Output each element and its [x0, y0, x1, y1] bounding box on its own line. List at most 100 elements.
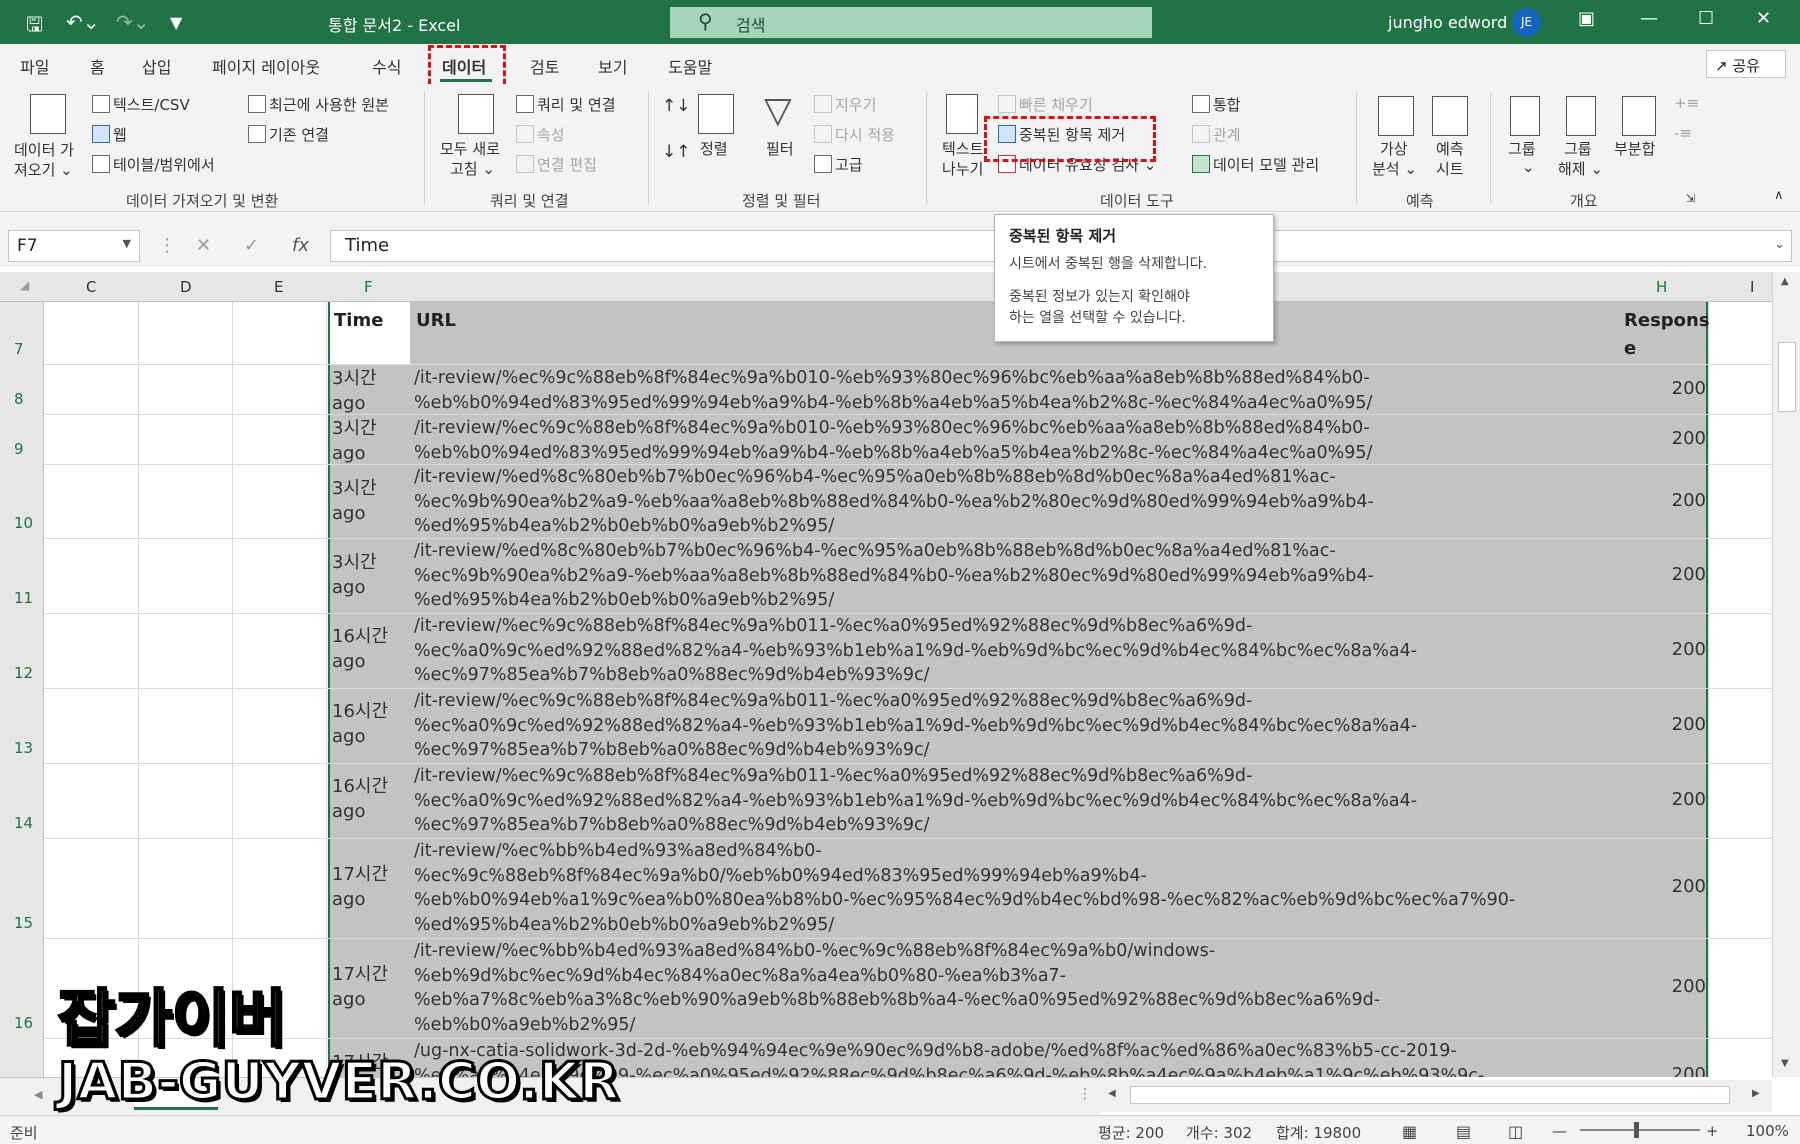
cell-url[interactable]: /it-review/%ec%9c%88eb%8f%84ec%9a%b011-%…: [414, 764, 1614, 838]
name-box-dropdown-icon[interactable]: ▼: [123, 237, 131, 250]
search-box[interactable]: ⚲ 검색: [670, 7, 1152, 38]
user-name[interactable]: jungho edword: [1388, 13, 1507, 32]
zoom-level[interactable]: 100%: [1746, 1122, 1789, 1140]
cell-url[interactable]: /it-review/%ec%bb%b4ed%93%a8ed%84%b0-%ec…: [414, 939, 1614, 1037]
cell-time[interactable]: 3시간 ago: [332, 476, 412, 526]
cell-time[interactable]: 17시간 ago: [332, 962, 412, 1012]
sheet-tabs-split-icon[interactable]: ⋮: [1078, 1086, 1092, 1102]
share-button[interactable]: ↗ 공유: [1706, 50, 1786, 78]
web-button[interactable]: 웹: [92, 124, 127, 145]
existing-connections-button[interactable]: 기존 연결: [248, 124, 329, 145]
scroll-down-icon[interactable]: ▼: [1781, 1058, 1789, 1069]
name-box[interactable]: F7 ▼: [8, 230, 140, 262]
header-time[interactable]: Time: [334, 310, 383, 331]
show-detail-icon[interactable]: +≡: [1674, 94, 1699, 112]
maximize-icon[interactable]: ☐: [1698, 8, 1714, 29]
clear-button[interactable]: 지우기: [814, 94, 876, 115]
vertical-scroll-thumb[interactable]: [1778, 342, 1796, 412]
cell-response[interactable]: 200: [1640, 714, 1706, 735]
row-header-7[interactable]: 7: [14, 340, 24, 358]
subtotal-button[interactable]: 부분합: [1614, 138, 1655, 159]
reapply-button[interactable]: 다시 적용: [814, 124, 895, 145]
cell-url[interactable]: /it-review/%ec%9c%88eb%8f%84ec%9a%b011-%…: [414, 614, 1614, 688]
close-icon[interactable]: ✕: [1756, 8, 1771, 29]
cell-time[interactable]: 3시간 ago: [332, 416, 412, 466]
queries-connections-button[interactable]: 쿼리 및 연결: [516, 94, 616, 115]
consolidate-button[interactable]: 통합: [1192, 94, 1241, 115]
column-header-d[interactable]: D: [180, 278, 192, 296]
properties-button[interactable]: 속성: [516, 124, 565, 145]
header-response-1[interactable]: Respons: [1624, 310, 1710, 331]
refresh-all-dropdown[interactable]: 고침 ⌄: [450, 158, 495, 179]
cell-time[interactable]: 16시간 ago: [332, 774, 412, 824]
vertical-scrollbar[interactable]: ▲ ▼: [1772, 272, 1800, 1077]
page-layout-view-icon[interactable]: ▤: [1456, 1122, 1471, 1141]
zoom-out-icon[interactable]: —: [1552, 1122, 1567, 1140]
row-header-9[interactable]: 9: [14, 440, 24, 458]
filter-button[interactable]: 필터: [766, 138, 794, 159]
cell-response[interactable]: 200: [1640, 789, 1706, 810]
cell-time[interactable]: 16시간 ago: [332, 624, 412, 674]
cell-url[interactable]: /it-review/%ec%bb%b4ed%93%a8ed%84%b0- %e…: [414, 839, 1614, 937]
what-if-dropdown[interactable]: 분석 ⌄: [1372, 158, 1417, 179]
row-header-13[interactable]: 13: [14, 739, 33, 757]
relationships-button[interactable]: 관계: [1192, 124, 1241, 145]
customize-qat-icon[interactable]: ▼: [170, 13, 182, 32]
cell-response[interactable]: 200: [1640, 378, 1706, 399]
cell-url[interactable]: /it-review/%ed%8c%80eb%b7%b0ec%96%b4-%ec…: [414, 539, 1614, 613]
text-to-columns-button[interactable]: 텍스트: [942, 138, 983, 159]
cell-response[interactable]: 200: [1640, 976, 1706, 997]
cell-response[interactable]: 200: [1640, 428, 1706, 449]
expand-formula-icon[interactable]: ⌄: [1774, 237, 1785, 252]
header-url[interactable]: URL: [416, 310, 456, 331]
redo-icon[interactable]: ↷⌄: [116, 10, 150, 34]
cell-url[interactable]: /it-review/%ec%9c%88eb%8f%84ec%9a%b011-%…: [414, 689, 1614, 763]
tab-file[interactable]: 파일: [20, 54, 49, 78]
row-header-14[interactable]: 14: [14, 814, 33, 832]
row-header-10[interactable]: 10: [14, 514, 33, 532]
text-csv-button[interactable]: 텍스트/CSV: [92, 94, 190, 115]
row-header-12[interactable]: 12: [14, 664, 33, 682]
sort-ascending-icon[interactable]: ↑↓: [662, 96, 691, 116]
ribbon-display-icon[interactable]: ▣: [1578, 8, 1595, 29]
tab-review[interactable]: 검토: [530, 54, 559, 78]
cell-time[interactable]: 3시간 ago: [332, 366, 412, 416]
tab-home[interactable]: 홈: [90, 54, 105, 78]
select-all-icon[interactable]: ◢: [20, 278, 29, 292]
row-header-11[interactable]: 11: [14, 589, 33, 607]
insert-function-icon[interactable]: fx: [292, 235, 309, 256]
enter-icon[interactable]: ✓: [244, 235, 259, 256]
hide-detail-icon[interactable]: -≡: [1674, 124, 1692, 142]
cell-response[interactable]: 200: [1640, 876, 1706, 897]
scroll-right-icon[interactable]: ▶: [1752, 1088, 1760, 1099]
forecast-sheet-button[interactable]: 예측: [1436, 138, 1464, 159]
row-header-8[interactable]: 8: [14, 390, 24, 408]
horizontal-scrollbar[interactable]: ◀ ▶: [1100, 1080, 1772, 1112]
edit-links-button[interactable]: 연결 편집: [516, 154, 597, 175]
group-dropdown[interactable]: ⌄: [1522, 158, 1535, 176]
worksheet[interactable]: Time URL Respons e 3시간 ago /it-review/%ec…: [0, 302, 1772, 1077]
flash-fill-button[interactable]: 빠른 채우기: [998, 94, 1093, 115]
tab-formulas[interactable]: 수식: [372, 54, 401, 78]
cell-url[interactable]: /it-review/%ec%9c%88eb%8f%84ec%9a%b010-%…: [414, 366, 1614, 415]
collapse-ribbon-icon[interactable]: ∧: [1774, 188, 1784, 203]
more-options-icon[interactable]: ⋮: [158, 235, 176, 256]
cell-url[interactable]: /it-review/%ed%8c%80eb%b7%b0ec%96%b4-%ec…: [414, 465, 1614, 539]
undo-icon[interactable]: ↶⌄: [66, 10, 100, 34]
advanced-filter-button[interactable]: 고급: [814, 154, 863, 175]
zoom-slider[interactable]: [1580, 1129, 1700, 1131]
zoom-in-icon[interactable]: +: [1706, 1122, 1719, 1140]
get-data-button[interactable]: 데이터 가 져오기 ⌄: [14, 140, 74, 180]
recent-sources-button[interactable]: 최근에 사용한 원본: [248, 94, 389, 115]
cell-url[interactable]: /it-review/%ec%9c%88eb%8f%84ec%9a%b010-%…: [414, 416, 1614, 465]
column-header-h[interactable]: H: [1656, 278, 1667, 296]
refresh-all-button[interactable]: 모두 새로: [440, 138, 500, 159]
cell-response[interactable]: 200: [1640, 1064, 1706, 1077]
column-header-f[interactable]: F: [364, 278, 373, 296]
cell-response[interactable]: 200: [1640, 564, 1706, 585]
row-header-16[interactable]: 16: [14, 1014, 33, 1032]
sheet-nav-prev-icon[interactable]: ◀: [34, 1088, 42, 1101]
ungroup-dropdown[interactable]: 해제 ⌄: [1558, 158, 1603, 179]
cell-response[interactable]: 200: [1640, 639, 1706, 660]
zoom-slider-thumb[interactable]: [1634, 1122, 1639, 1138]
